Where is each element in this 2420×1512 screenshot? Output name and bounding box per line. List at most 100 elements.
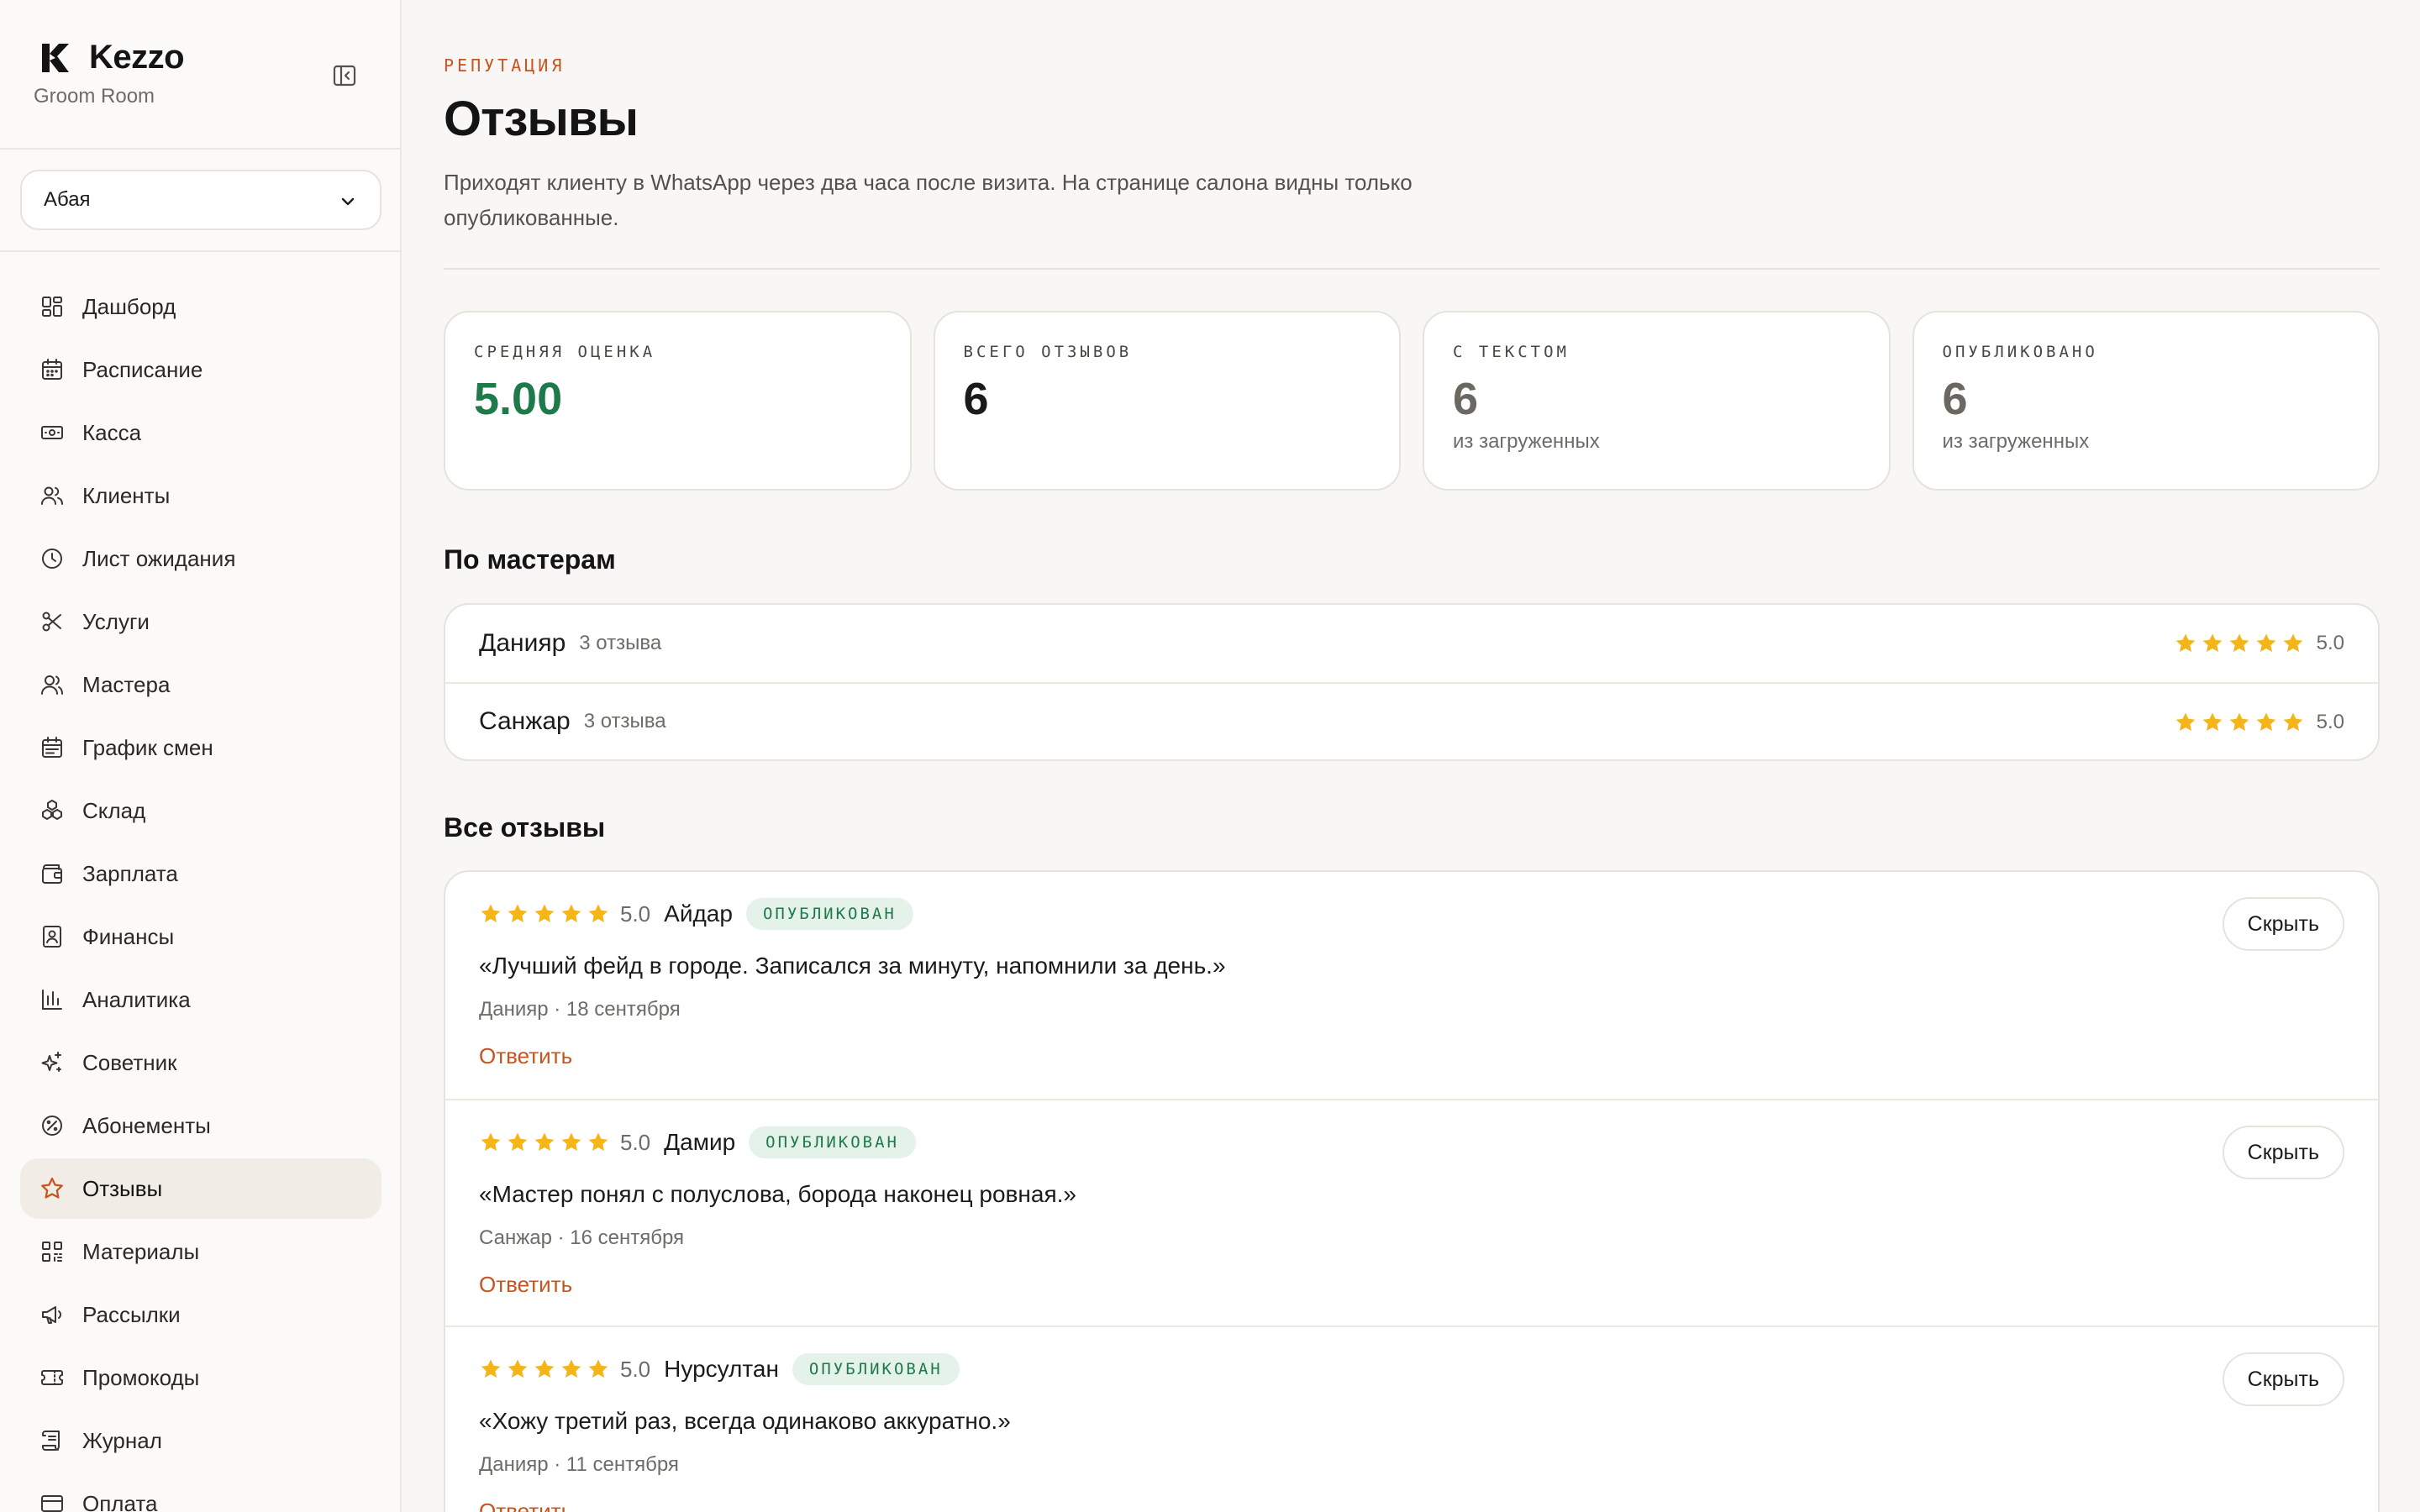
sidebar-item-label: Зарплата [82, 860, 178, 886]
rating-star-icon [2175, 712, 2195, 731]
star-rating [2174, 632, 2305, 655]
review-author: Айдар [664, 900, 733, 927]
sidebar-item-wallet[interactable]: Зарплата [20, 843, 381, 904]
megaphone-icon [39, 1301, 66, 1328]
sidebar-item-finance[interactable]: Финансы [20, 906, 381, 967]
sidebar-item-label: Дашборд [82, 293, 176, 319]
sidebar-item-masters[interactable]: Мастера [20, 654, 381, 715]
star-rating [479, 1357, 610, 1381]
sidebar-item-label: Оплата [82, 1490, 158, 1512]
salon-name: Groom Room [34, 85, 155, 108]
hide-review-button[interactable]: Скрыть [2222, 1352, 2344, 1406]
calendar-icon [39, 356, 66, 383]
collapse-sidebar-icon[interactable] [331, 62, 358, 89]
rating-star-icon [561, 1132, 581, 1151]
sidebar-item-shift-calendar[interactable]: График смен [20, 717, 381, 778]
sidebar-item-star[interactable]: Отзывы [20, 1158, 381, 1219]
sidebar-item-clock[interactable]: Лист ожидания [20, 528, 381, 589]
sidebar-item-qr[interactable]: Материалы [20, 1221, 381, 1282]
brand-name: Kezzo [89, 39, 185, 76]
sidebar: Kezzo Groom Room Абая Дашборд Расписание… [0, 0, 402, 1512]
sidebar-item-label: Аналитика [82, 986, 191, 1012]
sidebar-item-cash[interactable]: Касса [20, 402, 381, 463]
stat-value: 6 [1453, 374, 1479, 424]
rating-star-icon [2283, 633, 2302, 652]
percent-badge-icon [39, 1112, 66, 1139]
masters-section-title: По мастерам [444, 544, 616, 575]
hide-review-button[interactable]: Скрыть [2222, 897, 2344, 951]
master-rating: 5.0 [2174, 684, 2344, 759]
review-text: «Хожу третий раз, всегда одинаково аккур… [479, 1408, 1011, 1434]
bar-chart-icon [39, 986, 66, 1013]
sidebar-item-calendar[interactable]: Расписание [20, 339, 381, 400]
reply-link[interactable]: Ответить [479, 1043, 572, 1069]
master-row[interactable]: Данияр 3 отзыва 5.0 [445, 605, 2378, 682]
sidebar-item-users[interactable]: Клиенты [20, 465, 381, 526]
sidebar-item-label: Услуги [82, 608, 150, 634]
hide-review-button[interactable]: Скрыть [2222, 1126, 2344, 1179]
reply-link[interactable]: Ответить [479, 1272, 572, 1298]
status-badge: ОПУБЛИКОВАН [745, 898, 913, 930]
clock-icon [39, 545, 66, 572]
stat-sub: из загруженных [1942, 430, 2090, 453]
page-title: Отзывы [444, 92, 639, 146]
sidebar-item-sparkles[interactable]: Советник [20, 1032, 381, 1093]
status-badge: ОПУБЛИКОВАН [749, 1126, 916, 1158]
stat-label: ОПУБЛИКОВАНО [1942, 343, 2098, 361]
master-row[interactable]: Санжар 3 отзыва 5.0 [445, 682, 2378, 759]
sidebar-item-label: Абонементы [82, 1112, 211, 1138]
rating-value: 5.0 [620, 900, 651, 927]
scroll-icon [39, 1427, 66, 1454]
rating-star-icon [2283, 712, 2302, 731]
sidebar-item-scroll[interactable]: Журнал [20, 1410, 381, 1471]
sidebar-item-megaphone[interactable]: Рассылки [20, 1284, 381, 1345]
users-icon [39, 482, 66, 509]
review-header: 5.0 Дамир ОПУБЛИКОВАН [479, 1126, 2344, 1159]
sidebar-item-label: Советник [82, 1049, 177, 1075]
status-badge: ОПУБЛИКОВАН [792, 1353, 960, 1385]
rating-star-icon [2229, 712, 2249, 731]
sidebar-item-label: Отзывы [82, 1175, 163, 1201]
sidebar-item-dashboard[interactable]: Дашборд [20, 276, 381, 337]
card-icon [39, 1490, 66, 1512]
review-item: 5.0 Дамир ОПУБЛИКОВАН «Мастер понял с по… [445, 1099, 2378, 1326]
rating-star-icon [2202, 633, 2222, 652]
rating-star-icon [534, 904, 555, 922]
sidebar-nav: Дашборд Расписание Касса Клиенты Лист ож… [20, 276, 381, 1512]
sidebar-divider [0, 148, 400, 150]
sidebar-item-card[interactable]: Оплата [20, 1473, 381, 1512]
rating-star-icon [588, 904, 608, 922]
header-divider [444, 268, 2380, 270]
sidebar-item-label: Материалы [82, 1238, 200, 1264]
masters-icon [39, 671, 66, 698]
cash-icon [39, 419, 66, 446]
sidebar-item-boxes[interactable]: Склад [20, 780, 381, 841]
kezzo-logo-icon [42, 43, 69, 72]
sidebar-item-label: Клиенты [82, 482, 171, 508]
brand[interactable]: Kezzo [40, 39, 185, 76]
page-description: Приходят клиенту в WhatsApp через два ча… [444, 170, 1413, 230]
rating-star-icon [481, 904, 501, 922]
branch-select[interactable]: Абая [20, 170, 381, 230]
star-icon [39, 1175, 66, 1202]
wallet-icon [39, 860, 66, 887]
sidebar-item-bar-chart[interactable]: Аналитика [20, 969, 381, 1030]
review-header: 5.0 Айдар ОПУБЛИКОВАН [479, 897, 2344, 931]
review-text: «Мастер понял с полуслова, борода наконе… [479, 1181, 1076, 1207]
master-name: Санжар [479, 707, 571, 735]
rating-star-icon [508, 904, 528, 922]
sidebar-item-ticket[interactable]: Промокоды [20, 1347, 381, 1408]
stat-value: 6 [963, 374, 989, 424]
reply-link[interactable]: Ответить [479, 1499, 572, 1512]
star-rating [479, 902, 610, 926]
sidebar-item-label: Журнал [82, 1427, 162, 1453]
ticket-icon [39, 1364, 66, 1391]
sidebar-item-scissors[interactable]: Услуги [20, 591, 381, 652]
review-author: Дамир [664, 1129, 736, 1155]
review-meta: Данияр · 11 сентября [479, 1453, 679, 1476]
sidebar-item-percent-badge[interactable]: Абонементы [20, 1095, 381, 1156]
branch-select-value: Абая [44, 188, 91, 211]
sidebar-item-label: Рассылки [82, 1301, 181, 1327]
stat-card-average: СРЕДНЯЯ ОЦЕНКА 5.00 [444, 311, 912, 491]
sidebar-item-label: Расписание [82, 356, 203, 382]
